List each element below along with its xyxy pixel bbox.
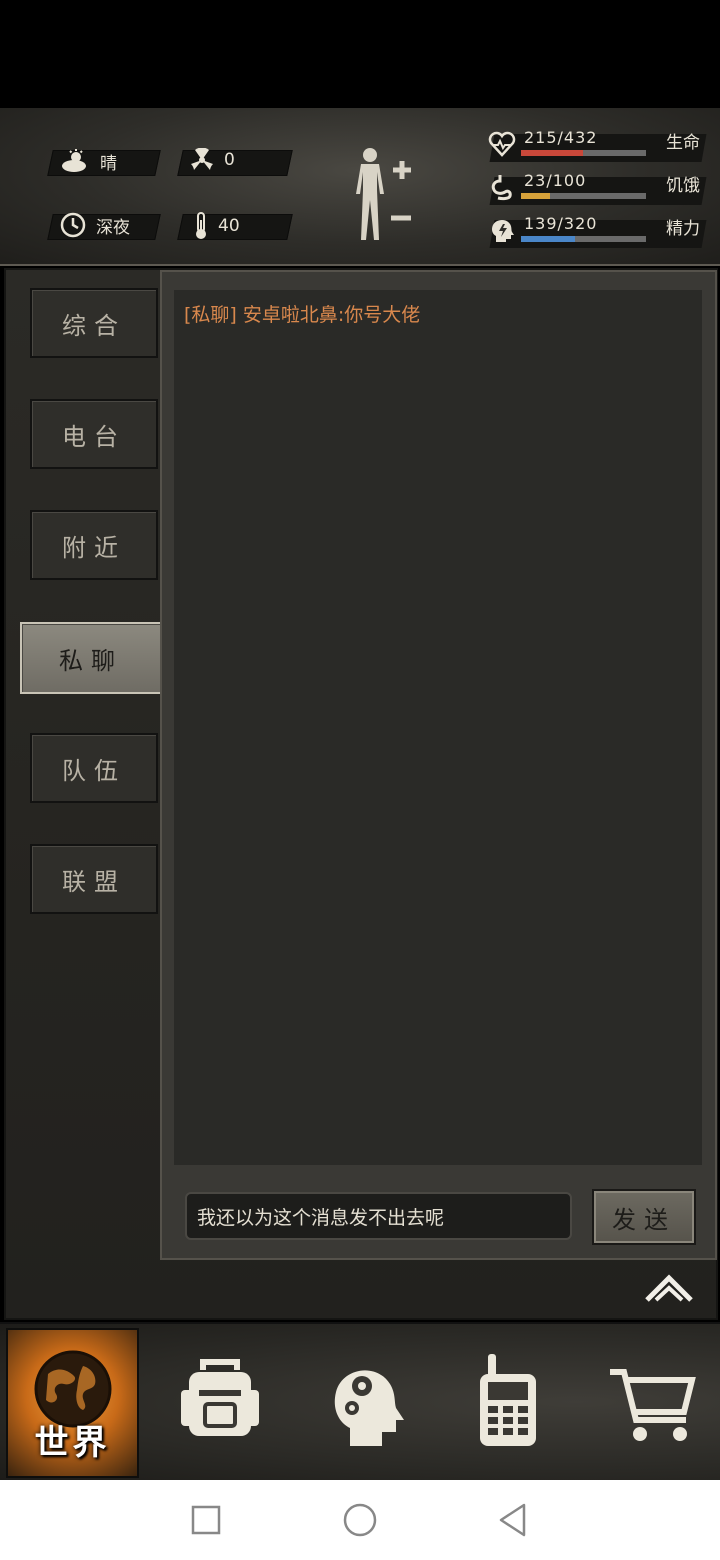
heart-icon [488,131,516,157]
health-bar [521,150,646,156]
energy-head-icon [492,219,514,242]
chat-message[interactable]: [私聊] 安卓啦北鼻:你号大佬 [184,300,420,327]
body-status-button[interactable] [345,146,420,246]
plus-icon [393,161,411,179]
status-bar [0,0,720,108]
radiation-icon [191,148,213,170]
collapse-chevron-up-icon[interactable] [644,1270,694,1306]
message-input[interactable]: 我还以为这个消息发不出去呢 [185,1192,572,1240]
message-input-value: 我还以为这个消息发不出去呢 [197,1206,445,1229]
shopping-cart-icon[interactable] [606,1350,700,1450]
health-label: 生命 [666,133,700,153]
walkie-talkie-icon[interactable] [464,1350,554,1450]
weather-indicator[interactable]: 晴 [60,148,117,174]
nav-world-button[interactable]: 世界 [6,1328,139,1478]
weather-sunny-icon [62,149,86,172]
tab-private-chat[interactable]: 私聊 [20,622,162,694]
energy-bar [521,236,646,242]
send-button[interactable]: 发送 [592,1189,696,1245]
tab-alliance[interactable]: 联盟 [30,844,158,914]
energy-value: 139/320 [524,214,598,233]
message-list[interactable] [174,290,702,1165]
skills-head-gears-icon[interactable] [320,1350,410,1450]
system-navigation-bar [0,1480,720,1560]
temperature-value: 40 [218,216,240,236]
radiation-indicator[interactable]: 0 [190,148,235,172]
human-figure-icon [356,148,384,240]
tab-team[interactable]: 队伍 [30,733,158,803]
radiation-value: 0 [224,150,235,170]
recent-apps-icon[interactable] [190,1504,222,1536]
temperature-indicator[interactable]: 40 [194,212,240,240]
message-sender[interactable]: 安卓啦北鼻 [243,304,338,326]
tab-radio[interactable]: 电台 [30,399,158,469]
hunger-value: 23/100 [524,171,587,190]
tab-nearby[interactable]: 附近 [30,510,158,580]
message-channel: [私聊] [184,304,237,326]
stat-health: 215/432 生命 [484,128,710,162]
stat-energy: 139/320 精力 [484,214,710,248]
time-of-day-label: 深夜 [96,217,130,238]
message-text: :你号大佬 [337,304,421,326]
tab-general[interactable]: 综合 [30,288,158,358]
clock-icon [60,212,86,238]
energy-label: 精力 [666,219,700,239]
thermometer-icon [196,212,206,239]
time-indicator[interactable]: 深夜 [60,212,130,238]
home-icon[interactable] [342,1502,378,1538]
stat-hunger: 23/100 饥饿 [484,171,710,205]
back-icon[interactable] [496,1502,530,1538]
health-value: 215/432 [524,128,598,147]
weather-label: 晴 [100,153,117,174]
backpack-icon[interactable] [175,1350,265,1450]
hunger-bar [521,193,646,199]
hunger-label: 饥饿 [666,176,700,196]
nav-world-label: 世界 [34,1423,111,1463]
stomach-icon [491,175,512,201]
